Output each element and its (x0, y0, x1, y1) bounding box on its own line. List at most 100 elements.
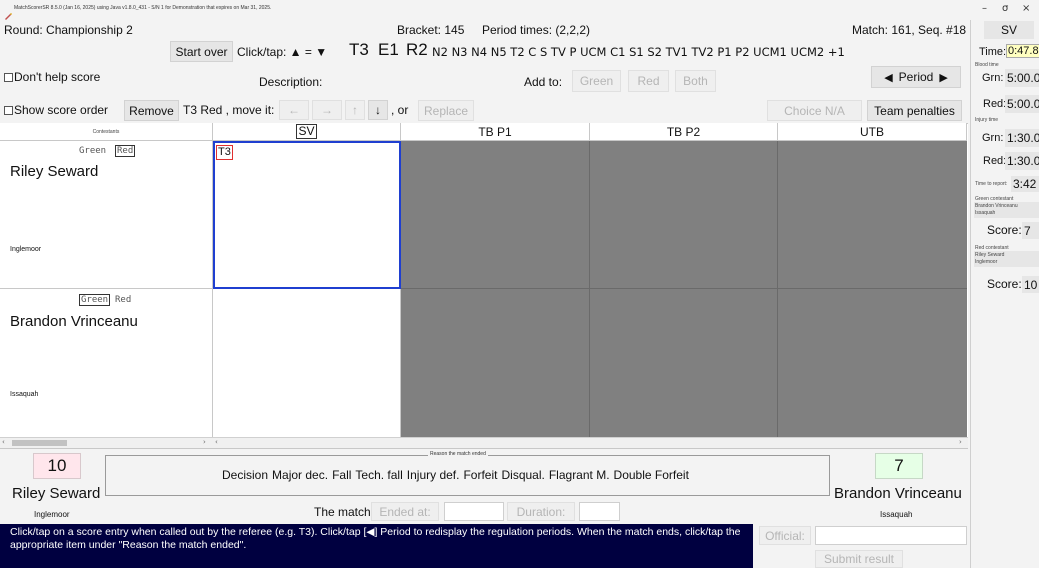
code-t3-button[interactable]: T3 (349, 40, 369, 60)
reason-fall[interactable]: Fall (332, 468, 351, 482)
tb-p1-cell-red[interactable] (401, 141, 590, 289)
scroll-left-icon[interactable]: ‹ (215, 438, 218, 446)
app-icon (4, 5, 12, 20)
tb-p2-cell-red[interactable] (590, 141, 778, 289)
reason-list: Decision Major dec. Fall Tech. fall Inju… (222, 468, 689, 482)
injury-grn-value[interactable]: 1:30.0 (1005, 129, 1039, 147)
sv-cell-red[interactable]: T3 (213, 141, 401, 289)
utb-cell-green[interactable] (778, 289, 967, 437)
blood-time-label: Blood time (975, 62, 999, 68)
add-green-button[interactable]: Green (572, 70, 621, 92)
dont-help-checkbox[interactable] (4, 73, 13, 82)
green-score-label: Score: (987, 223, 1022, 237)
utb-cell-red[interactable] (778, 141, 967, 289)
contestant-team: Inglemoor (10, 246, 42, 253)
color-option-red[interactable]: Red (115, 295, 131, 305)
click-tap-label: Click/tap: ▲ = ▼ (237, 45, 328, 59)
injury-red-value[interactable]: 1:30.0 (1005, 152, 1039, 170)
period-prev-icon[interactable]: ◀ (884, 71, 892, 84)
red-bottom-team: Inglemoor (34, 510, 70, 519)
maximize-icon[interactable]: σ (1002, 3, 1008, 14)
blood-grn-value[interactable]: 5:00.0 (1005, 69, 1039, 87)
team-penalties-button[interactable]: Team penalties (867, 100, 962, 121)
column-header-sv[interactable]: SV (213, 123, 401, 141)
period-nav-button[interactable]: ◀ Period ▶ (871, 66, 961, 88)
sv-cell-green[interactable] (213, 289, 401, 437)
duration-field[interactable] (579, 502, 620, 521)
green-contestant-team: Issaquah (975, 210, 996, 216)
reason-double-forfeit[interactable]: Double Forfeit (614, 468, 689, 482)
add-both-button[interactable]: Both (675, 70, 716, 92)
tb-p1-cell-green[interactable] (401, 289, 590, 437)
grid-scrollbar[interactable]: ‹ › (213, 437, 968, 448)
red-score-value: 10 (1022, 276, 1039, 293)
move-label: T3 Red , move it: (183, 103, 275, 117)
add-red-button[interactable]: Red (628, 70, 669, 92)
score-entry-t3[interactable]: T3 (216, 145, 233, 160)
ended-at-field[interactable] (444, 502, 504, 521)
show-order-label[interactable]: Show score order (14, 103, 108, 117)
dont-help-label[interactable]: Don't help score (14, 70, 100, 84)
reason-flagrant-m[interactable]: Flagrant M. (549, 468, 610, 482)
time-to-report-label: Time to report: (975, 181, 1008, 187)
code-e1-button[interactable]: E1 (378, 40, 399, 60)
color-option-green-selected[interactable]: Green (79, 294, 111, 306)
red-score-label: Score: (987, 277, 1022, 291)
window-title: MatchScorerSR 8.5.0 (Jan 16, 2025) using… (14, 5, 272, 11)
help-panel: Click/tap on a score entry when called o… (0, 524, 753, 568)
move-down-button[interactable]: ↓ (368, 100, 388, 120)
reason-forfeit[interactable]: Forfeit (463, 468, 497, 482)
ended-at-button[interactable]: Ended at: (371, 502, 439, 521)
move-right-button[interactable]: → (312, 100, 342, 120)
official-field[interactable] (815, 526, 967, 545)
period-next-icon[interactable]: ▶ (939, 71, 947, 84)
tb-p2-cell-green[interactable] (590, 289, 778, 437)
show-order-checkbox[interactable] (4, 106, 13, 115)
add-to-label: Add to: (524, 75, 563, 89)
remove-button[interactable]: Remove (124, 100, 179, 121)
move-left-button[interactable]: ← (279, 100, 309, 120)
injury-red-label: Red: (983, 155, 1007, 167)
reason-disqual[interactable]: Disqual. (501, 468, 544, 482)
scroll-thumb[interactable] (12, 440, 67, 446)
contestant-name: Riley Seward (10, 163, 99, 180)
score-codes-list[interactable]: N2 N3 N4 N5 T2 C S TV P UCM C1 S1 S2 TV1… (432, 45, 845, 59)
red-contestant-team: Inglemoor (975, 259, 998, 265)
column-header-tb-p1[interactable]: TB P1 (401, 123, 590, 141)
duration-button[interactable]: Duration: (507, 502, 575, 521)
move-up-button[interactable]: ↑ (345, 100, 365, 120)
reason-injury-def[interactable]: Injury def. (407, 468, 460, 482)
time-value: 0:47.8 (1006, 44, 1039, 58)
color-option-green[interactable]: Green (79, 146, 106, 156)
period-times-label: Period times: (2,2,2) (482, 23, 591, 37)
minimize-icon[interactable]: – (982, 3, 987, 14)
column-header-utb[interactable]: UTB (778, 123, 967, 141)
green-bottom-team: Issaquah (880, 510, 913, 519)
reason-decision[interactable]: Decision (222, 468, 268, 482)
reason-major-dec[interactable]: Major dec. (272, 468, 328, 482)
official-button[interactable]: Official: (759, 526, 811, 545)
blood-red-value[interactable]: 5:00.0 (1005, 95, 1039, 113)
replace-button[interactable]: Replace (418, 100, 474, 121)
scroll-right-icon[interactable]: › (959, 438, 962, 446)
red-bottom-name: Riley Seward (12, 485, 101, 502)
injury-grn-label: Grn: (982, 132, 1004, 144)
contestants-scrollbar[interactable]: ‹ › (0, 437, 213, 448)
choice-na-button[interactable]: Choice N/A (767, 100, 862, 121)
column-header-tb-p2[interactable]: TB P2 (590, 123, 778, 141)
green-score-box: 7 (875, 453, 923, 479)
close-icon[interactable]: × (1022, 3, 1030, 14)
contestant-cell-green[interactable] (0, 289, 213, 437)
blood-grn-label: Grn: (982, 72, 1004, 84)
or-label: , or (391, 103, 409, 117)
color-option-red-selected[interactable]: Red (115, 145, 136, 157)
period-label: Period (898, 70, 934, 84)
submit-result-button[interactable]: Submit result (815, 550, 903, 568)
bracket-label: Bracket: 145 (397, 23, 465, 37)
period-indicator: SV (984, 21, 1034, 39)
reason-tech-fall[interactable]: Tech. fall (355, 468, 402, 482)
start-over-button[interactable]: Start over (170, 41, 233, 62)
code-r2-button[interactable]: R2 (406, 40, 428, 60)
scroll-right-icon[interactable]: › (203, 438, 206, 446)
scroll-left-icon[interactable]: ‹ (2, 438, 5, 446)
